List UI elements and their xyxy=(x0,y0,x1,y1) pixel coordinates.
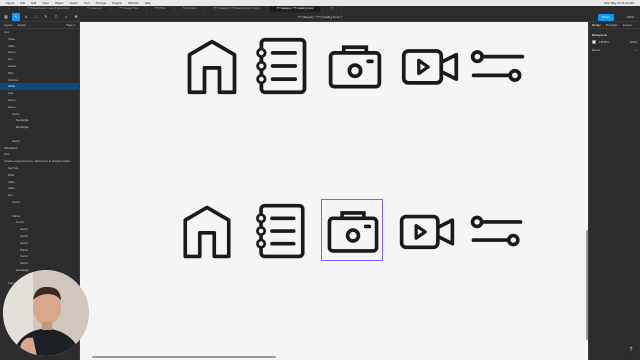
figma-toolbar: ▦ ↖ # □ ✎ T ○ ❖ ?? Category / ?? Creating Icons … xyxy=(0,12,640,22)
layer-row[interactable]: Vector xyxy=(0,111,79,118)
layer-row[interactable]: Video xyxy=(0,36,79,43)
layer-row[interactable]: Rectangle xyxy=(0,117,79,124)
home-icon[interactable] xyxy=(178,202,236,260)
sliders-icon[interactable] xyxy=(468,202,526,260)
layer-row[interactable]: Create a new Icon here. Add it here to p… xyxy=(0,158,79,165)
tab-design[interactable]: Design xyxy=(592,23,601,27)
menu-item-text[interactable]: Text xyxy=(84,1,90,5)
layer-row[interactable]: Cinema xyxy=(0,77,79,84)
layer-row[interactable]: Video xyxy=(0,43,79,50)
layer-row[interactable]: Video xyxy=(0,185,79,192)
comment-tool-icon[interactable]: ○ xyxy=(62,13,70,21)
sliders-icon[interactable] xyxy=(468,36,528,96)
canvas-vertical-scrollbar[interactable] xyxy=(586,230,588,340)
layer-row[interactable]: Icon xyxy=(0,29,79,36)
layer-row[interactable]: List xyxy=(0,56,79,63)
camera-icon[interactable] xyxy=(325,36,385,96)
home-icon[interactable] xyxy=(182,36,242,96)
layer-row[interactable]: Vector xyxy=(0,233,79,240)
layer-row[interactable]: Vector xyxy=(0,260,79,267)
list-icon[interactable] xyxy=(252,36,312,96)
menu-item-vector[interactable]: Vector xyxy=(69,1,78,5)
layer-row[interactable]: Frame xyxy=(0,63,79,70)
tab-assets[interactable]: Assets xyxy=(17,23,25,27)
background-hex[interactable]: F5F5F5 xyxy=(599,40,609,44)
layer-row[interactable]: Home xyxy=(0,49,79,56)
menu-item-help[interactable]: Help xyxy=(145,1,151,5)
tab-layers[interactable]: Layers xyxy=(4,23,12,27)
layers-list: Icon Video Video Home List Frame Dine Cinema Cir… xyxy=(0,29,79,294)
video-icon[interactable] xyxy=(400,36,460,96)
export-label: Export xyxy=(592,48,601,52)
background-section-label: Background xyxy=(592,33,607,37)
menu-item-window[interactable]: Window xyxy=(128,1,139,5)
list-icon[interactable] xyxy=(252,202,310,260)
layer-row[interactable]: Line xyxy=(0,90,79,97)
tab-inspect[interactable]: Inspect xyxy=(623,23,632,27)
text-tool-icon[interactable]: T xyxy=(52,13,60,21)
move-tool-icon[interactable]: ↖ xyxy=(12,12,20,21)
resources-icon[interactable]: ❖ xyxy=(72,13,80,21)
design-panel-tabs: Design Prototype Inspect xyxy=(589,22,640,29)
layer-row[interactable]: Frame xyxy=(0,213,79,220)
layer-row[interactable]: Dine xyxy=(0,70,79,77)
menu-item-file[interactable]: File xyxy=(20,1,25,5)
layer-row[interactable]: Set Tool xyxy=(0,165,79,172)
menu-item-view[interactable]: View xyxy=(42,1,48,5)
webcam-overlay xyxy=(3,270,89,356)
layer-row[interactable]: Affordance xyxy=(0,145,79,152)
video-icon[interactable] xyxy=(398,202,456,260)
menu-item-arrange[interactable]: Arrange xyxy=(96,1,107,5)
page-selector[interactable]: Page 1 xyxy=(66,23,75,27)
frame-tool-icon[interactable]: # xyxy=(22,13,30,21)
layer-row[interactable]: Fiber xyxy=(0,172,79,179)
layer-row[interactable]: Video xyxy=(0,179,79,186)
background-color-swatch[interactable] xyxy=(592,40,596,44)
menu-item-edit[interactable]: Edit xyxy=(31,1,36,5)
design-panel: Design Prototype Inspect Background F5F5F5… xyxy=(588,22,640,360)
layers-panel-header: Layers Assets Page 1 xyxy=(0,22,79,29)
canvas-horizontal-scrollbar[interactable] xyxy=(92,356,276,358)
export-section[interactable]: Export + xyxy=(589,45,640,53)
camera-icon[interactable] xyxy=(324,202,382,260)
share-button[interactable]: Share xyxy=(597,13,614,21)
layer-row[interactable]: Circle xyxy=(0,83,79,91)
layer-row[interactable]: Home xyxy=(0,97,79,104)
layer-row[interactable]: List xyxy=(0,192,79,199)
layer-row[interactable]: Vector xyxy=(0,138,79,145)
layer-row[interactable]: Rectangle xyxy=(0,124,79,131)
layer-row[interactable]: Vector xyxy=(0,253,79,260)
layer-row[interactable]: Vector xyxy=(0,199,79,206)
document-title[interactable]: ?? Category / ?? Creating Icons ˅ xyxy=(260,15,380,19)
layer-row[interactable] xyxy=(0,206,79,213)
pen-tool-icon[interactable]: ✎ xyxy=(42,13,50,21)
plus-icon[interactable]: + xyxy=(635,48,637,52)
background-opacity[interactable]: 100% xyxy=(630,40,637,44)
layer-row[interactable]: Group xyxy=(0,219,79,226)
menu-item-plugins[interactable]: Plugins xyxy=(112,1,122,5)
tab-prototype[interactable]: Prototype xyxy=(606,23,618,27)
menu-item-figma[interactable]: Figma xyxy=(6,1,14,5)
design-canvas[interactable] xyxy=(80,22,588,360)
layer-row[interactable]: Icon xyxy=(0,151,79,158)
layer-row[interactable]: Frame xyxy=(0,247,79,254)
menu-item-object[interactable]: Object xyxy=(55,1,64,5)
layer-row[interactable]: Vector xyxy=(0,226,79,233)
layer-row[interactable]: Home xyxy=(0,104,79,111)
shape-tool-icon[interactable]: □ xyxy=(32,13,40,21)
menubar-clock: Mon May 20 11:04 AM xyxy=(604,1,634,5)
help-button[interactable]: ? xyxy=(627,346,635,354)
figma-menu-icon[interactable]: ▦ xyxy=(2,13,10,21)
layer-row[interactable] xyxy=(0,131,79,138)
layer-row[interactable]: Vector xyxy=(0,240,79,247)
zoom-level[interactable]: 100% xyxy=(626,15,634,19)
